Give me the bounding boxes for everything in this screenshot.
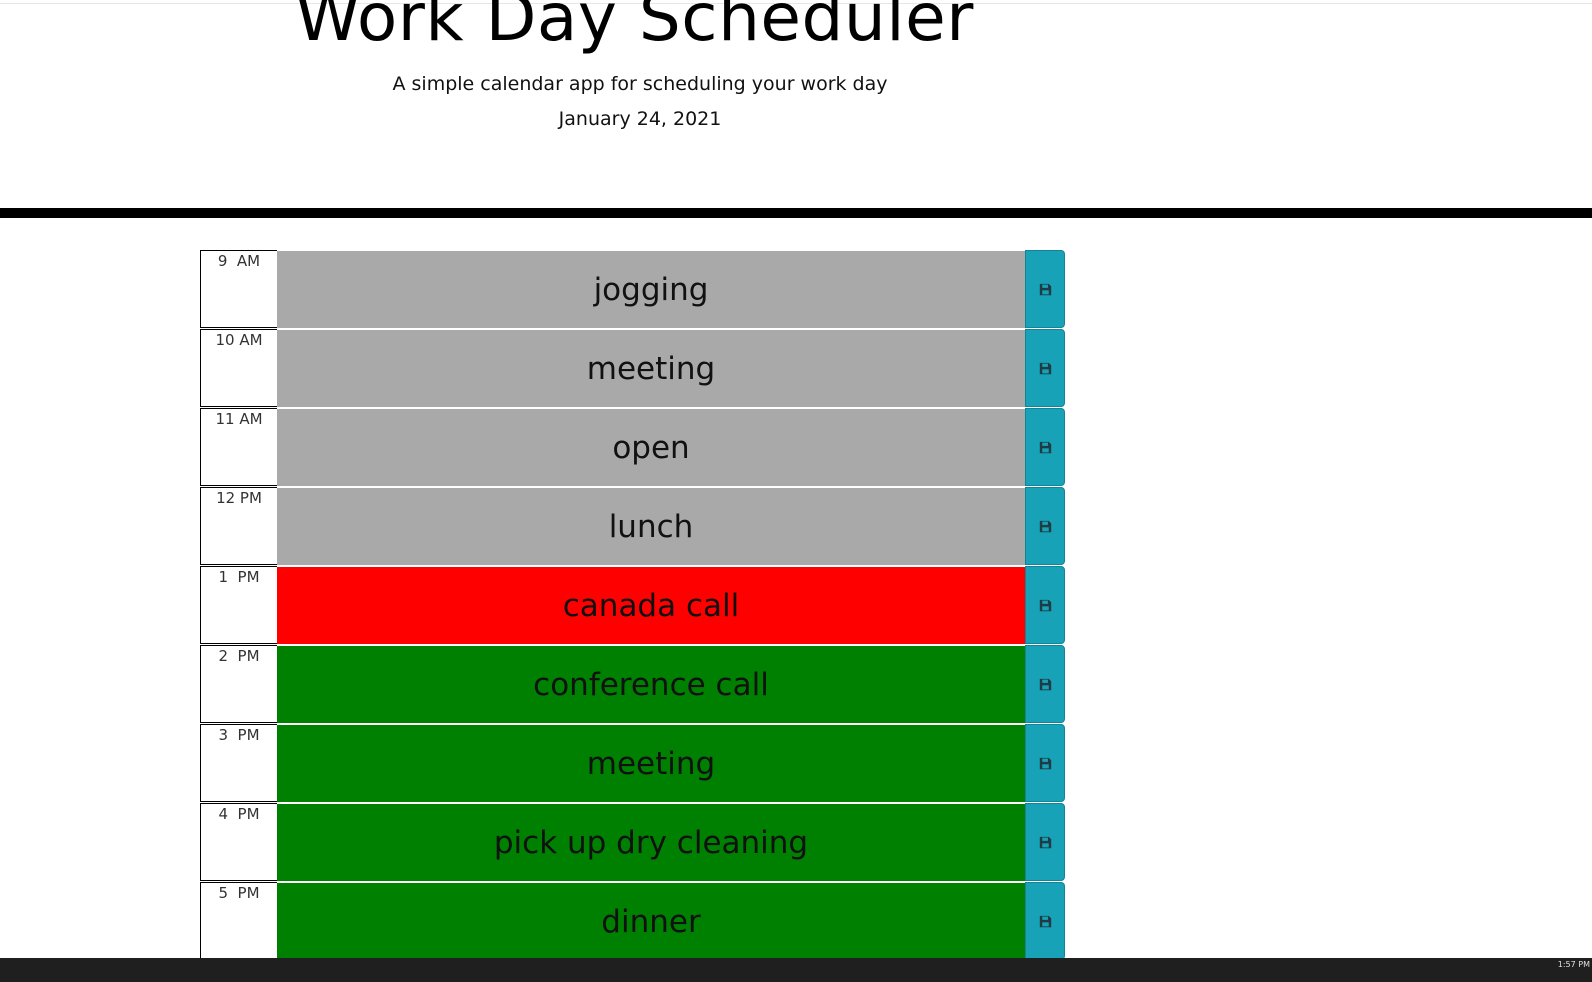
save-button[interactable] <box>1025 803 1065 881</box>
task-description-textarea[interactable]: open <box>277 408 1025 486</box>
save-button[interactable] <box>1025 724 1065 802</box>
save-icon <box>1039 915 1052 928</box>
hour-label: 2 PM <box>200 645 277 723</box>
time-block-row: 11 AM open <box>200 408 1080 487</box>
time-block-row: 3 PM meeting <box>200 724 1080 803</box>
task-description-textarea[interactable]: conference call <box>277 645 1025 723</box>
task-description-textarea[interactable]: dinner <box>277 882 1025 960</box>
hour-label: 1 PM <box>200 566 277 644</box>
time-block-row: 12 PM lunch <box>200 487 1080 566</box>
hour-label: 10 AM <box>200 329 277 407</box>
save-icon <box>1039 678 1052 691</box>
hour-label: 11 AM <box>200 408 277 486</box>
save-button[interactable] <box>1025 566 1065 644</box>
time-block-row: 1 PM canada call <box>200 566 1080 645</box>
time-block-list: 9 AM jogging 10 AM meeting 11 AM open 12… <box>200 250 1080 961</box>
task-description-textarea[interactable]: meeting <box>277 329 1025 407</box>
hour-label: 4 PM <box>200 803 277 881</box>
time-block-row: 4 PM pick up dry cleaning <box>200 803 1080 882</box>
time-block-row: 9 AM jogging <box>200 250 1080 329</box>
save-icon <box>1039 283 1052 296</box>
jumbotron-header: Work Day Scheduler A simple calendar app… <box>0 0 1592 208</box>
task-description-textarea[interactable]: lunch <box>277 487 1025 565</box>
save-icon <box>1039 836 1052 849</box>
time-block-row: 5 PM dinner <box>200 882 1080 961</box>
hour-label: 3 PM <box>200 724 277 802</box>
hour-label: 5 PM <box>200 882 277 960</box>
save-button[interactable] <box>1025 645 1065 723</box>
current-day: January 24, 2021 <box>558 108 722 130</box>
task-description-textarea[interactable]: jogging <box>277 250 1025 328</box>
time-block-row: 2 PM conference call <box>200 645 1080 724</box>
save-icon <box>1039 441 1052 454</box>
save-button[interactable] <box>1025 408 1065 486</box>
header-divider <box>0 208 1592 218</box>
time-block-row: 10 AM meeting <box>200 329 1080 408</box>
save-icon <box>1039 520 1052 533</box>
page-subtitle: A simple calendar app for scheduling you… <box>392 73 888 95</box>
hour-label: 9 AM <box>200 250 277 328</box>
hour-label: 12 PM <box>200 487 277 565</box>
task-description-textarea[interactable]: pick up dry cleaning <box>277 803 1025 881</box>
task-description-textarea[interactable]: canada call <box>277 566 1025 644</box>
os-taskbar: 1:57 PM <box>0 958 1592 982</box>
page-title: Work Day Scheduler <box>295 0 974 56</box>
save-button[interactable] <box>1025 882 1065 960</box>
task-description-textarea[interactable]: meeting <box>277 724 1025 802</box>
save-button[interactable] <box>1025 250 1065 328</box>
taskbar-clock: 1:57 PM <box>1557 960 1590 969</box>
save-icon <box>1039 757 1052 770</box>
save-icon <box>1039 599 1052 612</box>
save-button[interactable] <box>1025 487 1065 565</box>
save-button[interactable] <box>1025 329 1065 407</box>
save-icon <box>1039 362 1052 375</box>
